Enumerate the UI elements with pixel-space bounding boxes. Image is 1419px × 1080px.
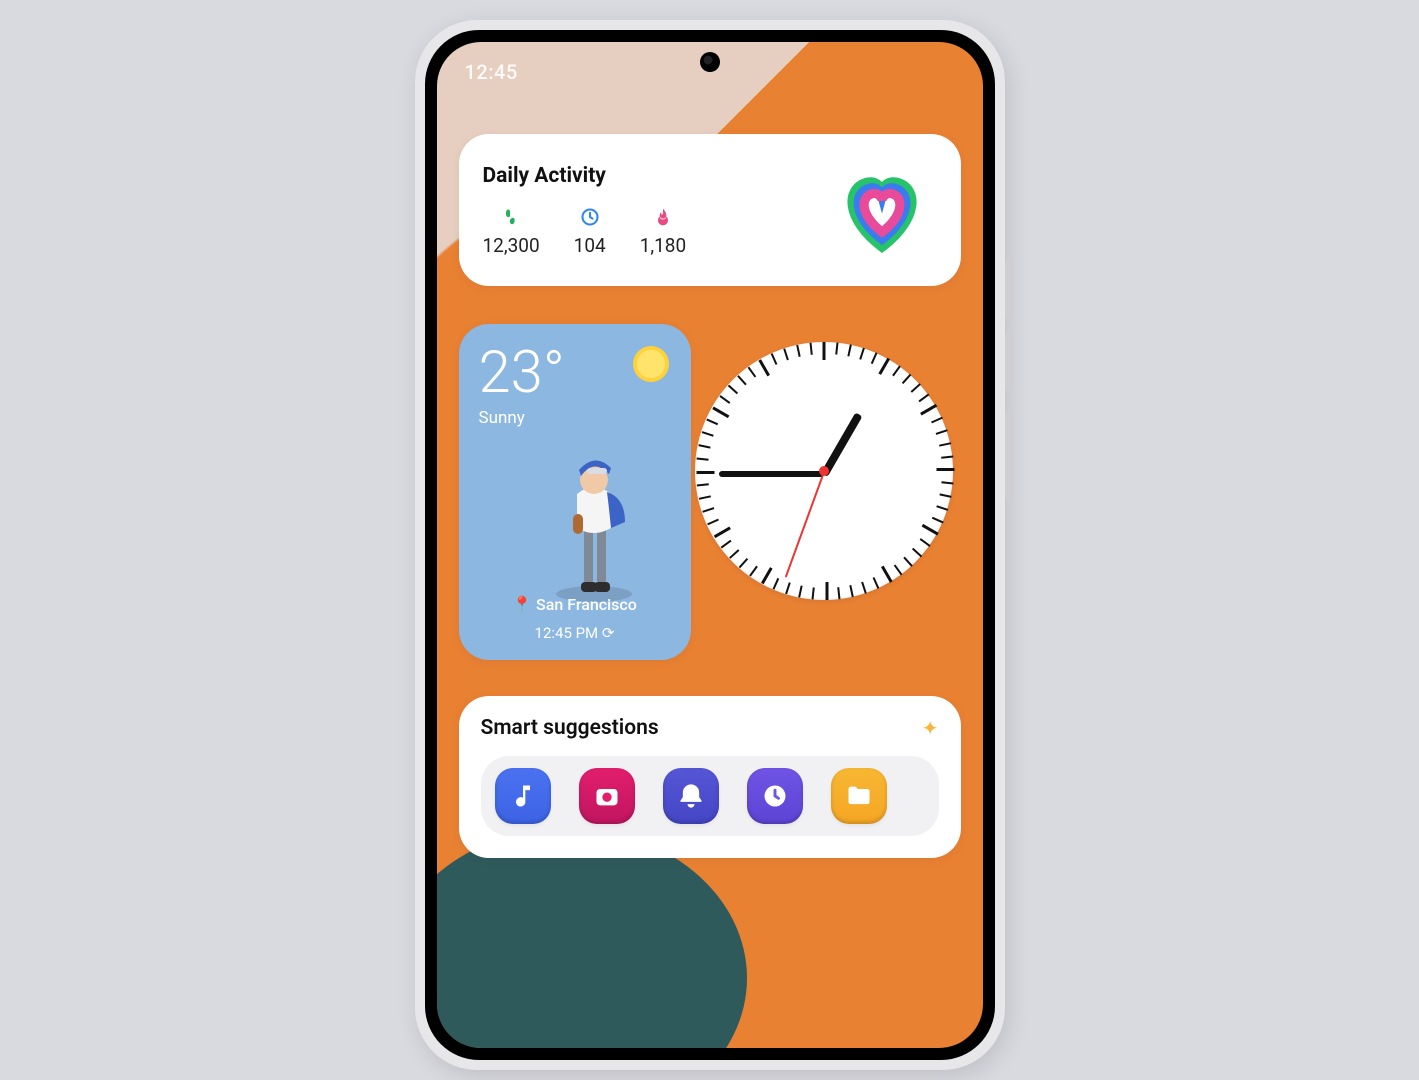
daily-activity-metrics: 12,300 104 1,180 [483, 206, 809, 257]
front-camera [700, 52, 720, 72]
sun-icon [633, 346, 669, 382]
analog-clock-widget[interactable] [695, 342, 953, 600]
fire-icon [652, 206, 674, 228]
weather-condition: Sunny [479, 408, 671, 428]
clock-icon [579, 206, 601, 228]
suggested-apps-row [481, 756, 939, 836]
refresh-icon: ⟳ [602, 624, 615, 642]
suggested-app-reminder[interactable] [663, 768, 719, 824]
weather-widget[interactable]: 23° Sunny 📍 San Francisco [459, 324, 691, 660]
suggested-app-files[interactable] [831, 768, 887, 824]
clock-minute-hand [719, 471, 824, 477]
phone-screen[interactable]: 12:45 Daily Activity 12,300 [437, 42, 983, 1048]
weather-time: 12:45 PM [535, 624, 599, 642]
power-button[interactable] [1005, 410, 1013, 500]
minutes-value: 104 [574, 234, 606, 257]
smart-suggestions-title: Smart suggestions [481, 716, 912, 740]
weather-time-row: 12:45 PM ⟳ [459, 624, 691, 642]
weather-location-row: 📍 San Francisco [459, 595, 691, 614]
daily-activity-widget[interactable]: Daily Activity 12,300 104 [459, 134, 961, 286]
phone-mockup: 12:45 Daily Activity 12,300 [415, 20, 1005, 1070]
calories-value: 1,180 [640, 234, 686, 257]
calories-metric: 1,180 [640, 206, 686, 257]
steps-metric: 12,300 [483, 206, 540, 257]
weather-location: San Francisco [536, 595, 637, 614]
active-minutes-metric: 104 [574, 206, 606, 257]
suggested-app-camera[interactable] [579, 768, 635, 824]
sparkle-icon: ✦ [922, 716, 939, 740]
weather-illustration [539, 444, 649, 604]
steps-value: 12,300 [483, 234, 540, 257]
activity-rings-icon [827, 155, 937, 265]
steps-icon [500, 206, 522, 228]
daily-activity-title: Daily Activity [483, 164, 809, 188]
smart-suggestions-widget[interactable]: Smart suggestions ✦ [459, 696, 961, 858]
volume-down-button[interactable] [1005, 332, 1013, 392]
suggested-app-music[interactable] [495, 768, 551, 824]
pin-icon: 📍 [512, 595, 532, 614]
clock-center-pin [819, 466, 829, 476]
volume-up-button[interactable] [1005, 260, 1013, 320]
suggested-app-clock[interactable] [747, 768, 803, 824]
status-bar-time: 12:45 [465, 60, 518, 84]
clock-second-hand [784, 472, 824, 578]
